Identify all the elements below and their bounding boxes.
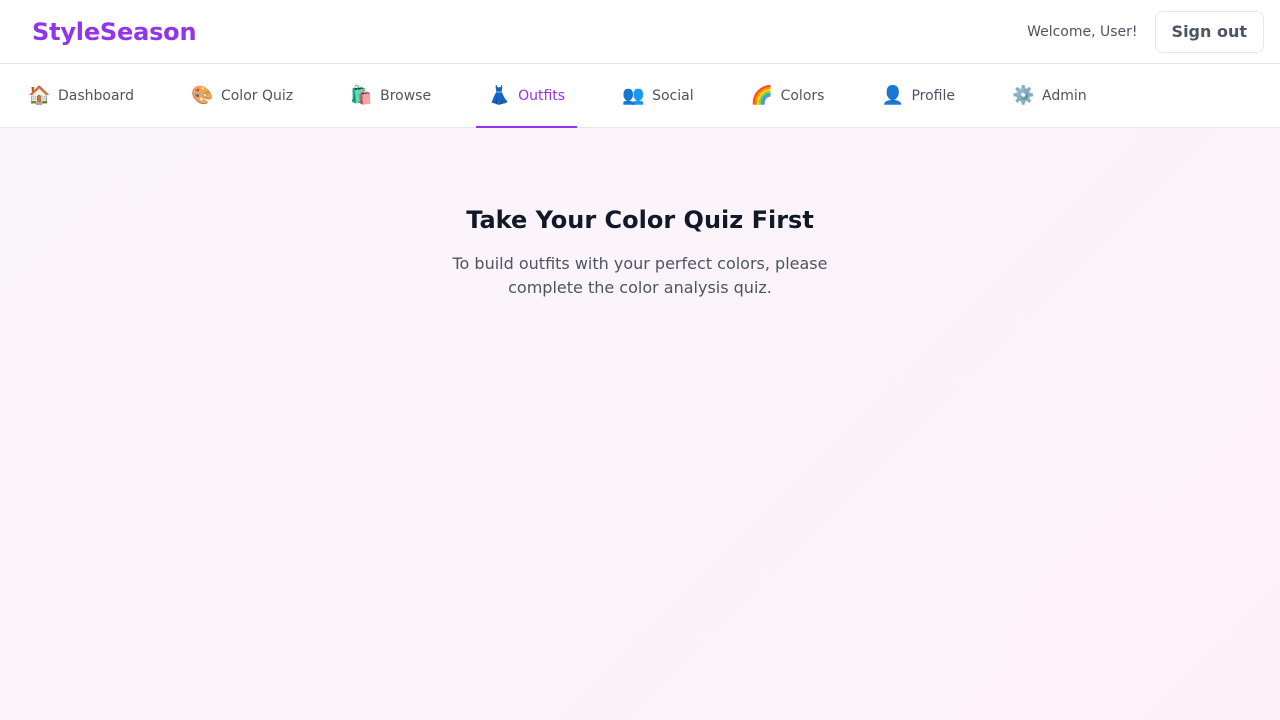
nav-item-profile[interactable]: 👤 Profile xyxy=(869,64,967,127)
nav-item-label: Social xyxy=(652,87,694,104)
user-area: Welcome, User! Sign out xyxy=(1027,10,1264,53)
palette-icon: 🎨 xyxy=(190,84,214,106)
dress-icon: 👗 xyxy=(488,84,511,106)
nav-item-social[interactable]: 👥 Social xyxy=(610,64,706,127)
brand-logo[interactable]: StyleSeason xyxy=(32,18,197,46)
nav-item-admin[interactable]: ⚙️ Admin xyxy=(1000,64,1099,127)
nav-item-outfits[interactable]: 👗 Outfits xyxy=(476,64,578,128)
welcome-text: Welcome, User! xyxy=(1027,23,1138,40)
main-content: Take Your Color Quiz First To build outf… xyxy=(0,128,1280,720)
main-nav: 🏠 Dashboard 🎨 Color Quiz 🛍️ Browse 👗 Out… xyxy=(0,64,1280,128)
nav-item-label: Admin xyxy=(1041,87,1087,104)
people-icon: 👥 xyxy=(622,84,645,106)
person-icon: 👤 xyxy=(881,84,904,106)
nav-item-label: Outfits xyxy=(518,87,566,104)
sign-out-button[interactable]: Sign out xyxy=(1154,10,1264,53)
rainbow-icon: 🌈 xyxy=(750,84,774,106)
nav-item-label: Browse xyxy=(380,87,432,104)
nav-item-dashboard[interactable]: 🏠 Dashboard xyxy=(16,64,146,127)
nav-item-label: Colors xyxy=(780,87,825,104)
nav-item-browse[interactable]: 🛍️ Browse xyxy=(338,64,443,127)
shopping-bags-icon: 🛍️ xyxy=(350,84,373,106)
nav-item-label: Profile xyxy=(911,87,955,104)
gear-icon: ⚙️ xyxy=(1011,84,1035,106)
nav-item-color-quiz[interactable]: 🎨 Color Quiz xyxy=(179,64,305,127)
nav-item-label: Dashboard xyxy=(58,87,134,104)
quiz-prompt-message: To build outfits with your perfect color… xyxy=(452,254,828,297)
top-bar: StyleSeason Welcome, User! Sign out xyxy=(0,0,1280,64)
nav-item-label: Color Quiz xyxy=(220,87,294,104)
nav-item-colors[interactable]: 🌈 Colors xyxy=(739,64,837,127)
house-icon: 🏠 xyxy=(28,84,51,106)
page-title: Take Your Color Quiz First xyxy=(466,206,814,234)
